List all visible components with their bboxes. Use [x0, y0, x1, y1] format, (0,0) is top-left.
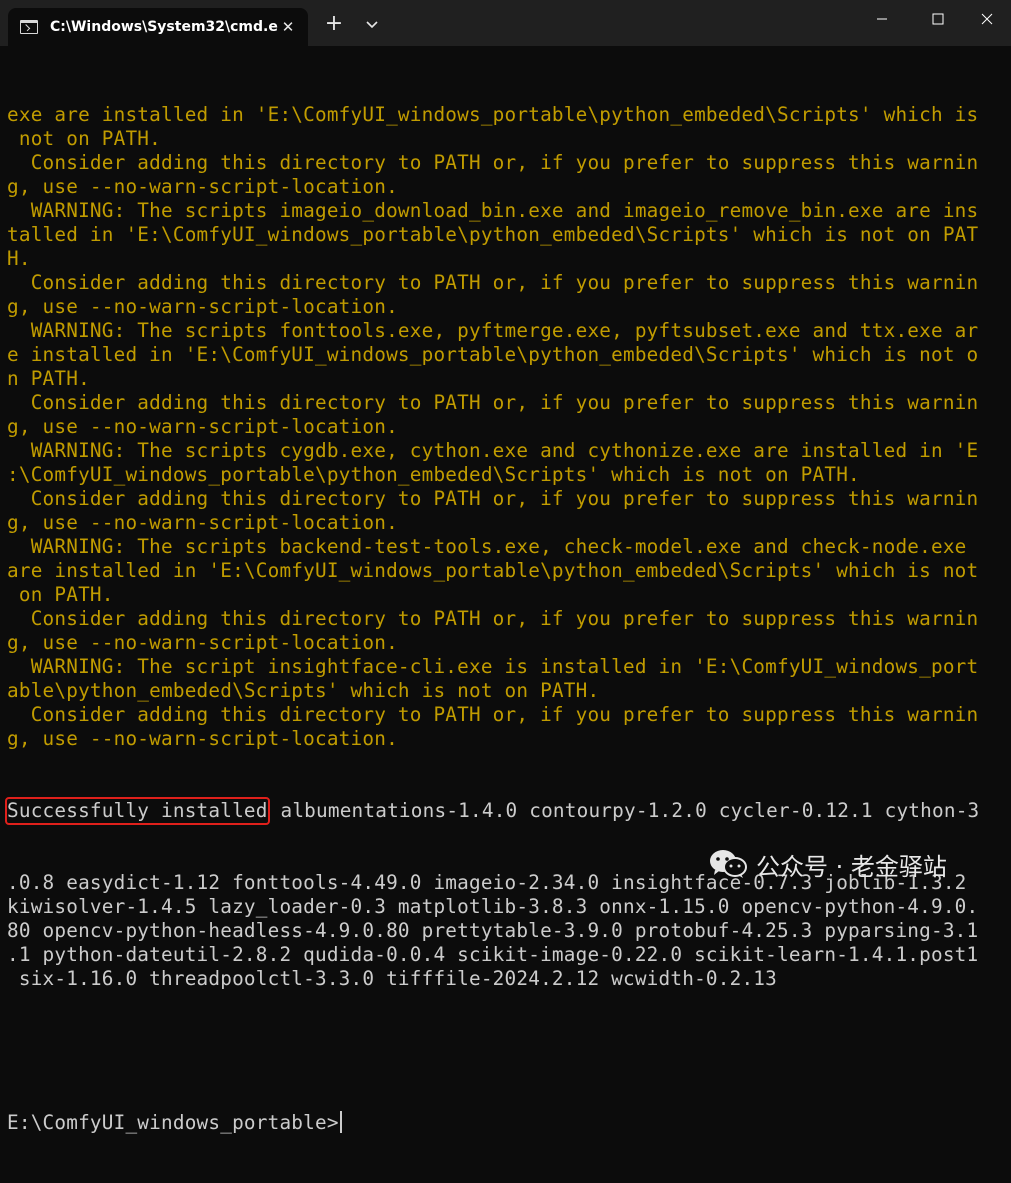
minimize-button[interactable]	[855, 0, 909, 38]
terminal-line: exe are installed in 'E:\ComfyUI_windows…	[7, 103, 979, 126]
terminal-line: Consider adding this directory to PATH o…	[7, 391, 979, 414]
terminal-line: are installed in 'E:\ComfyUI_windows_por…	[7, 559, 979, 582]
terminal-output[interactable]: exe are installed in 'E:\ComfyUI_windows…	[5, 55, 1007, 1183]
terminal-line: .1 python-dateutil-2.8.2 qudida-0.0.4 sc…	[7, 943, 979, 966]
terminal-line: not on PATH.	[7, 127, 161, 150]
minimize-icon	[877, 18, 887, 20]
prompt-line[interactable]: E:\ComfyUI_windows_portable>	[7, 1111, 1007, 1135]
close-icon	[981, 13, 993, 25]
warning-output: exe are installed in 'E:\ComfyUI_windows…	[7, 103, 1007, 751]
text-cursor	[339, 1111, 342, 1133]
tab-cmd[interactable]: C:\Windows\System32\cmd.e ✕	[8, 8, 308, 46]
terminal-line: Consider adding this directory to PATH o…	[7, 487, 979, 510]
terminal-line: kiwisolver-1.4.5 lazy_loader-0.3 matplot…	[7, 895, 979, 918]
new-tab-button[interactable]: +	[322, 12, 346, 36]
success-packages: albumentations-1.4.0 contourpy-1.2.0 cyc…	[268, 799, 980, 822]
terminal-line: six-1.16.0 threadpoolctl-3.3.0 tifffile-…	[7, 967, 777, 990]
terminal-line: able\python_embeded\Scripts' which is no…	[7, 679, 600, 702]
tab-title: C:\Windows\System32\cmd.e	[50, 19, 278, 35]
installed-packages: .0.8 easydict-1.12 fonttools-4.49.0 imag…	[7, 871, 1007, 991]
terminal-line: g, use --no-warn-script-location.	[7, 511, 398, 534]
terminal-line: Consider adding this directory to PATH o…	[7, 703, 979, 726]
terminal-line: :\ComfyUI_windows_portable\python_embede…	[7, 463, 860, 486]
tab-close-button[interactable]: ✕	[278, 17, 298, 37]
terminal-line: Consider adding this directory to PATH o…	[7, 607, 979, 630]
terminal-line: g, use --no-warn-script-location.	[7, 175, 398, 198]
terminal-line: WARNING: The script insightface-cli.exe …	[7, 655, 979, 678]
terminal-line: g, use --no-warn-script-location.	[7, 295, 398, 318]
success-highlight: Successfully installed	[5, 797, 270, 825]
terminal-line: Consider adding this directory to PATH o…	[7, 151, 979, 174]
terminal-line: g, use --no-warn-script-location.	[7, 415, 398, 438]
maximize-button[interactable]	[911, 0, 965, 38]
close-window-button[interactable]	[960, 0, 1011, 38]
terminal-line: 80 opencv-python-headless-4.9.0.80 prett…	[7, 919, 979, 942]
terminal-window: C:\Windows\System32\cmd.e ✕ + exe are in…	[0, 0, 1011, 1134]
success-line: Successfully installed albumentations-1.…	[5, 797, 1007, 825]
terminal-icon	[20, 20, 38, 34]
terminal-line: WARNING: The scripts imageio_download_bi…	[7, 199, 979, 222]
terminal-line: g, use --no-warn-script-location.	[7, 631, 398, 654]
watermark-text: 公众号 · 老金驿站	[756, 852, 947, 881]
watermark: 公众号 · 老金驿站	[708, 844, 947, 884]
terminal-line: g, use --no-warn-script-location.	[7, 727, 398, 750]
terminal-line: talled in 'E:\ComfyUI_windows_portable\p…	[7, 223, 979, 246]
terminal-line: Consider adding this directory to PATH o…	[7, 271, 979, 294]
prompt-text: E:\ComfyUI_windows_portable>	[7, 1111, 339, 1134]
wechat-icon	[710, 850, 747, 878]
terminal-line: WARNING: The scripts backend-test-tools.…	[7, 535, 967, 558]
terminal-line: e installed in 'E:\ComfyUI_windows_porta…	[7, 343, 979, 366]
terminal-line: WARNING: The scripts fonttools.exe, pyft…	[7, 319, 979, 342]
terminal-line: on PATH.	[7, 583, 114, 606]
terminal-line: H.	[7, 247, 31, 270]
chevron-down-icon[interactable]	[360, 12, 384, 36]
title-bar: C:\Windows\System32\cmd.e ✕ +	[0, 0, 1011, 46]
terminal-line: n PATH.	[7, 367, 90, 390]
maximize-icon	[932, 13, 944, 25]
terminal-line: WARNING: The scripts cygdb.exe, cython.e…	[7, 439, 979, 462]
